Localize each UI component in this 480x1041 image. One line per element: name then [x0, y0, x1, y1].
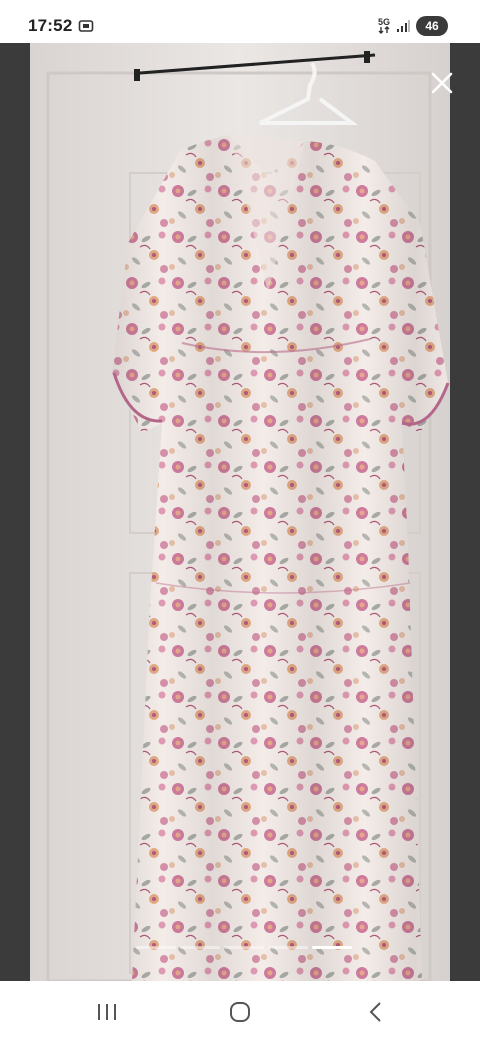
image-viewer[interactable]: [0, 43, 480, 981]
page-indicator: [136, 946, 352, 949]
page-indicator-dot: [268, 946, 308, 949]
recent-apps-icon: [98, 1004, 116, 1020]
back-chevron-icon: [369, 1002, 381, 1022]
5g-network-icon: 5G: [378, 18, 390, 34]
page-indicator-dot: [136, 946, 176, 949]
network-label: 5G: [377, 17, 390, 27]
status-time: 17:52: [28, 16, 73, 35]
dress-photo[interactable]: [30, 43, 450, 981]
page-indicator-dot: [180, 946, 220, 949]
status-indicators: 5G 46: [378, 15, 448, 37]
dress-shape: [112, 135, 450, 981]
page-indicator-dot: [224, 946, 264, 949]
recent-apps-button[interactable]: [94, 999, 120, 1025]
status-bar: 17:52 5G 46: [0, 0, 480, 48]
page-indicator-dot: [312, 946, 352, 949]
signal-strength-icon: [397, 20, 410, 32]
navigation-bar: [0, 981, 480, 1041]
screenshot-icon: [78, 20, 94, 32]
home-icon: [230, 1002, 250, 1022]
back-button[interactable]: [362, 999, 388, 1025]
home-button[interactable]: [227, 999, 253, 1025]
close-button[interactable]: [426, 67, 458, 99]
close-icon: [431, 72, 453, 94]
battery-level-badge: 46: [416, 16, 448, 36]
